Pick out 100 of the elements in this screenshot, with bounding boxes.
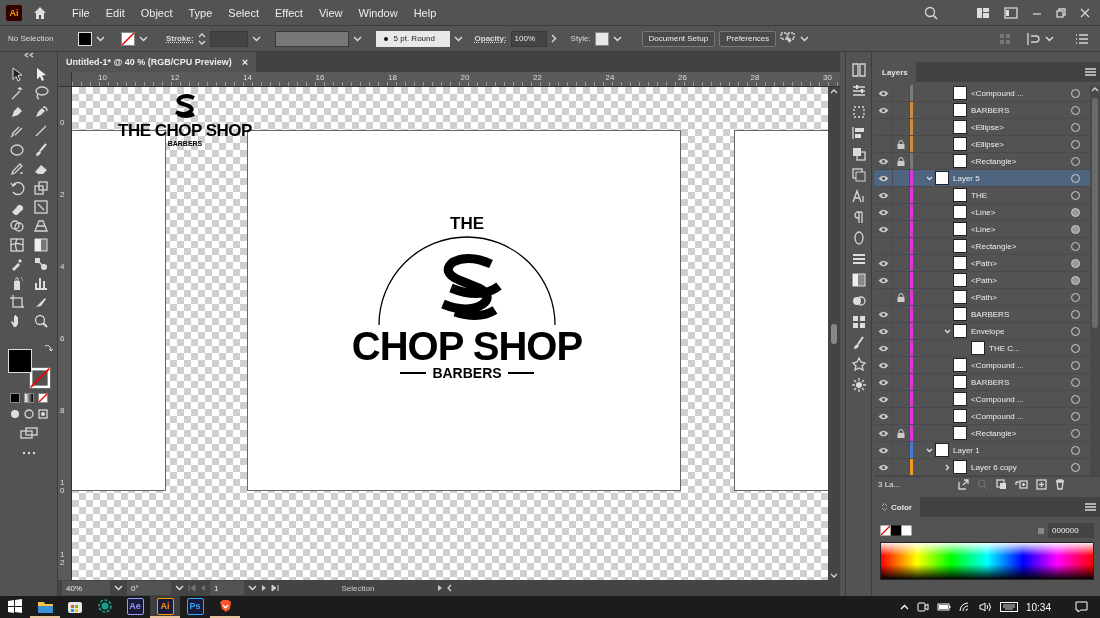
chevron-right-icon[interactable]	[943, 463, 951, 471]
spinner-icon[interactable]	[197, 31, 206, 46]
sun-icon[interactable]	[850, 377, 867, 393]
stroke-none-swatch-icon[interactable]	[28, 367, 51, 389]
panel-tab[interactable]: Color	[874, 497, 920, 517]
free-transform-icon[interactable]	[32, 199, 49, 215]
fill-stroke-swatches-icon[interactable]	[880, 525, 912, 536]
libraries-icon[interactable]	[850, 62, 867, 78]
lasso-icon[interactable]	[32, 85, 49, 101]
close-tab-button[interactable]: ×	[241, 56, 249, 68]
menu-item[interactable]: Object	[132, 6, 181, 19]
target-circle[interactable]	[1071, 207, 1080, 217]
target-circle[interactable]	[1071, 275, 1080, 285]
align-icon[interactable]	[850, 125, 867, 141]
gradient-icon[interactable]	[32, 237, 49, 253]
scroll-up-icon[interactable]	[830, 89, 838, 94]
menu-item[interactable]: View	[310, 6, 351, 19]
swatches-grid-icon[interactable]	[850, 314, 867, 330]
draw-behind-icon[interactable]	[23, 409, 34, 419]
bar-graph-icon[interactable]	[32, 275, 49, 291]
layer-row[interactable]: <Rectangle>	[874, 425, 1090, 442]
fill-swatch[interactable]	[78, 31, 92, 46]
layer-row[interactable]: Layer 5	[874, 170, 1090, 187]
scroll-left-icon[interactable]	[447, 584, 452, 592]
document-tab[interactable]: Untitled-1* @ 40 % (RGB/CPU Preview) ×	[58, 52, 257, 72]
layer-row[interactable]: Layer 1	[874, 442, 1090, 459]
layer-row[interactable]: BARBERS	[874, 102, 1090, 119]
search-icon[interactable]	[924, 5, 938, 20]
speaker-icon[interactable]	[978, 602, 992, 612]
opacity-label[interactable]: Opacity:	[474, 34, 507, 43]
menu-icon[interactable]	[1085, 68, 1096, 76]
zoom-icon[interactable]	[32, 313, 49, 329]
artboard-icon[interactable]	[8, 294, 25, 310]
app-icon[interactable]: Ps	[186, 597, 204, 615]
layer-row[interactable]: <Rectangle>	[874, 238, 1090, 255]
target-circle[interactable]	[1071, 258, 1080, 268]
scrollbar-thumb[interactable]	[1092, 98, 1098, 328]
layer-row[interactable]: <Ellipse>	[874, 136, 1090, 153]
fill-color-swatch[interactable]	[7, 349, 32, 373]
menu-item[interactable]: Type	[180, 6, 221, 19]
battery-icon[interactable]	[936, 602, 951, 612]
color-spectrum[interactable]	[880, 542, 1094, 580]
trash-icon[interactable]	[1055, 478, 1065, 490]
chevron-down-icon[interactable]	[925, 174, 933, 182]
draw-normal-icon[interactable]	[9, 409, 20, 419]
stroke-label[interactable]: Stroke:	[166, 34, 194, 43]
target-circle[interactable]	[1071, 224, 1080, 234]
list-icon[interactable]	[1076, 33, 1088, 44]
wifi-icon[interactable]	[958, 602, 971, 612]
scale-icon[interactable]	[32, 180, 49, 196]
restore-icon[interactable]	[1056, 7, 1066, 18]
color-mode-swatch[interactable]	[9, 393, 20, 403]
menu-item[interactable]: Edit	[97, 6, 133, 19]
chevron-down-icon[interactable]	[943, 327, 951, 335]
layer-row[interactable]: <Rectangle>	[874, 153, 1090, 170]
hex-field[interactable]: 000000	[1048, 523, 1094, 538]
draw-inside-icon[interactable]	[37, 409, 48, 419]
menu-item[interactable]: Window	[350, 6, 406, 19]
dotted-circle-icon[interactable]	[98, 599, 112, 613]
opacity-field[interactable]: 100%	[510, 30, 547, 47]
layer-row[interactable]: <Compound ...	[874, 408, 1090, 425]
blend-icon[interactable]	[32, 256, 49, 272]
chevron-down-icon[interactable]	[96, 35, 105, 42]
more-icon[interactable]	[21, 451, 36, 455]
mesh-icon[interactable]	[8, 237, 25, 253]
layer-row[interactable]: THE C...	[874, 340, 1090, 357]
layer-row[interactable]: <Compound ...	[874, 85, 1090, 102]
layer-row[interactable]: <Line>	[874, 204, 1090, 221]
layer-row[interactable]: <Line>	[874, 221, 1090, 238]
new-layer-icon[interactable]	[1036, 478, 1047, 490]
layer-row[interactable]: <Path>	[874, 272, 1090, 289]
windows-icon[interactable]	[8, 599, 22, 613]
app-icon[interactable]: Ae	[126, 597, 144, 615]
align-icon[interactable]	[1027, 32, 1041, 45]
gradient-mode-swatch[interactable]	[23, 393, 34, 403]
layer-row[interactable]: <Compound ...	[874, 391, 1090, 408]
chevron-down-icon[interactable]	[352, 35, 362, 42]
none-mode-icon[interactable]	[37, 393, 48, 403]
chevron-down-icon[interactable]	[139, 35, 148, 42]
chevron-down-icon[interactable]	[1045, 35, 1054, 42]
home-icon[interactable]	[32, 4, 48, 21]
last-page-icon[interactable]	[271, 584, 279, 592]
scrollbar-thumb[interactable]	[831, 323, 837, 344]
brush-dropdown[interactable]: 5 pt. Round	[375, 30, 450, 47]
shape-plus-icon[interactable]	[8, 218, 25, 234]
app-icon[interactable]: Ai	[156, 597, 174, 615]
panel-layout-icon[interactable]	[1004, 6, 1018, 19]
notification-icon[interactable]	[1075, 601, 1088, 613]
pathfinder-icon[interactable]	[850, 146, 867, 162]
sliders-icon[interactable]	[850, 83, 867, 99]
menu-item[interactable]: File	[64, 6, 98, 19]
new-sublayer-icon[interactable]	[1015, 478, 1028, 490]
chevron-down-icon[interactable]	[800, 35, 810, 42]
chevron-right-icon[interactable]	[550, 34, 557, 43]
layer-row[interactable]: BARBERS	[874, 306, 1090, 323]
toolbar-button[interactable]: Preferences	[719, 30, 777, 47]
layer-row[interactable]: BARBERS	[874, 374, 1090, 391]
folder-icon[interactable]	[37, 599, 53, 613]
stroke-none-swatch-icon[interactable]	[121, 31, 135, 46]
swap-arrow-icon[interactable]	[43, 343, 53, 352]
